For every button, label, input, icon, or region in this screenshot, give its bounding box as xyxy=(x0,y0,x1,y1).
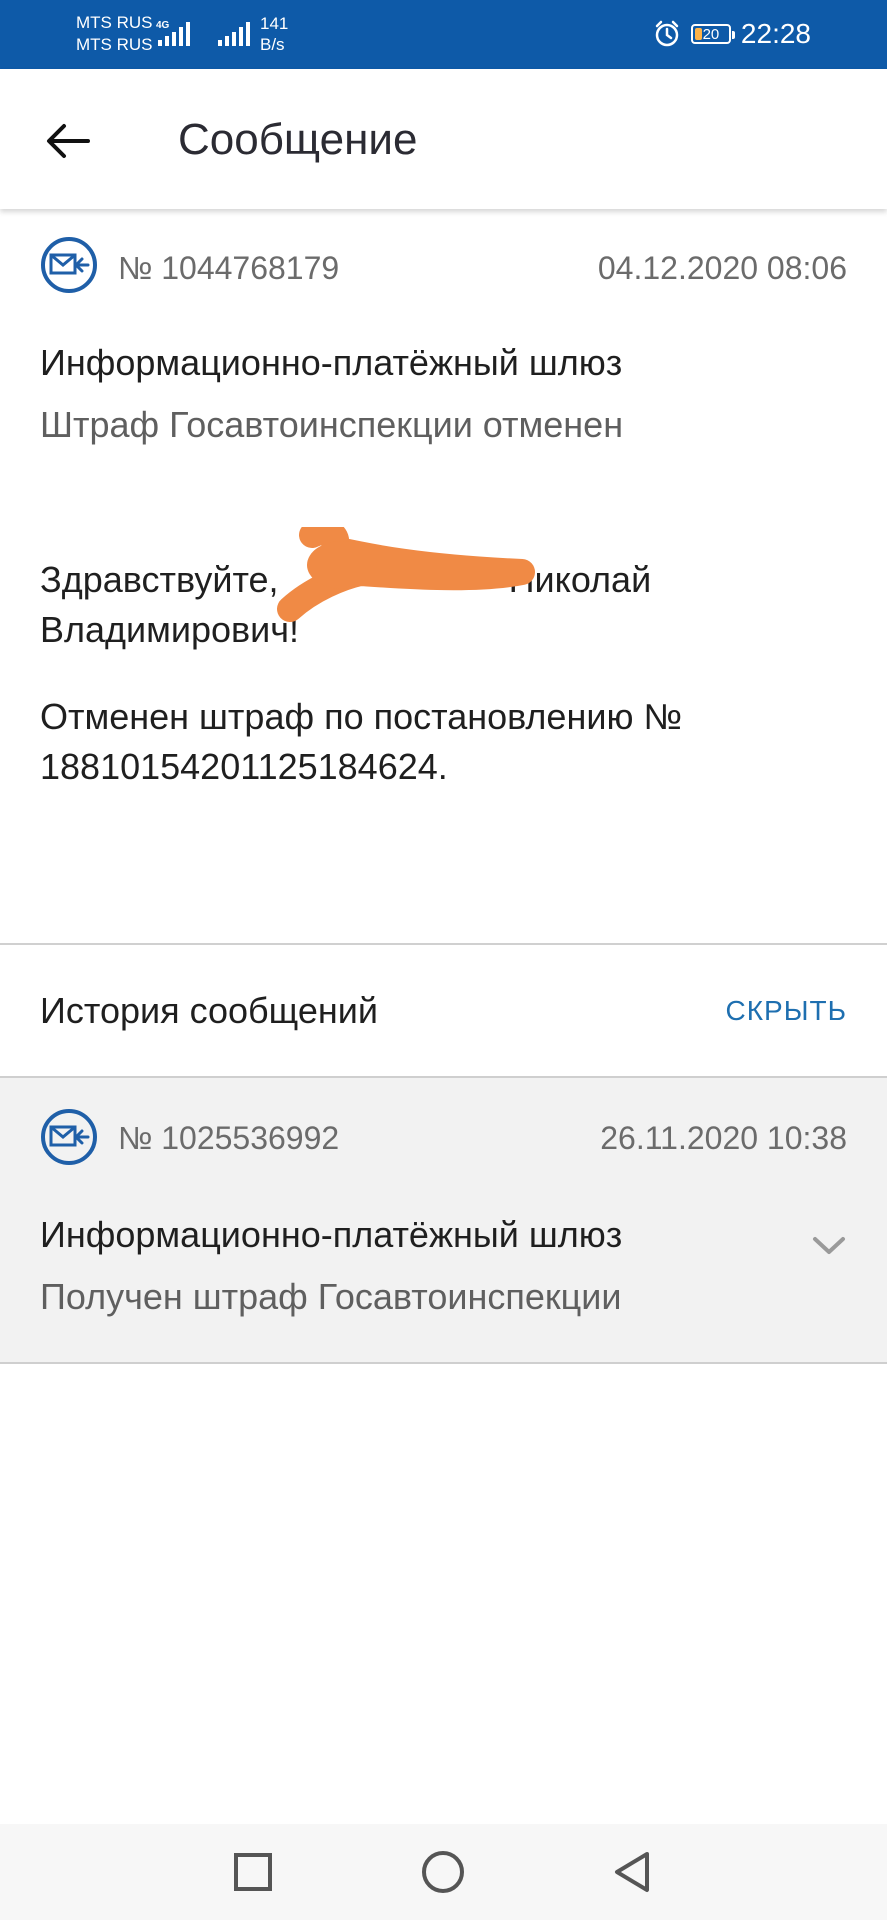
history-item-sender: Информационно-платёжный шлюз xyxy=(40,1214,623,1255)
system-nav-bar xyxy=(0,1824,887,1920)
message-date: 04.12.2020 08:06 xyxy=(597,250,847,286)
square-icon xyxy=(234,1853,272,1891)
clock: 22:28 xyxy=(740,18,811,49)
history-title: История сообщений xyxy=(40,990,379,1031)
carrier-1: MTS RUS xyxy=(76,13,153,32)
carrier-2: MTS RUS xyxy=(76,35,153,54)
status-bar: MTS RUS MTS RUS 4G 141 B/s 20 22:28 xyxy=(0,0,887,69)
greeting-start: Здравствуйте, xyxy=(40,559,289,600)
chevron-down-icon[interactable] xyxy=(811,1233,847,1257)
history-item-subject: Получен штраф Госавтоинспекции xyxy=(40,1276,622,1317)
signal-2-icon xyxy=(218,22,250,46)
status-right: 20 22:28 xyxy=(653,14,811,54)
speed-value: 141 xyxy=(260,14,289,33)
back-button[interactable] xyxy=(32,109,104,173)
carrier-labels: MTS RUS MTS RUS xyxy=(76,12,153,56)
circle-icon xyxy=(422,1851,464,1893)
redaction-scribble xyxy=(277,527,535,622)
greeting-patronymic: Владимирович! xyxy=(40,609,300,650)
battery-level: 20 xyxy=(702,25,720,43)
message-number: № 1044768179 xyxy=(118,250,340,286)
arrow-left-icon xyxy=(47,124,90,158)
incoming-mail-icon xyxy=(41,1109,97,1165)
hide-history-button[interactable]: СКРЫТЬ xyxy=(726,995,847,1027)
page-title: Сообщение xyxy=(178,115,418,164)
network-speed: 141 B/s xyxy=(260,13,288,55)
alarm-icon xyxy=(655,20,679,47)
recent-apps-button[interactable] xyxy=(229,1848,277,1896)
history-list-item[interactable]: № 1025536992 26.11.2020 10:38 Информацио… xyxy=(0,1078,887,1364)
history-item-number: № 1025536992 xyxy=(118,1120,340,1156)
message-body: Отменен штраф по постановлению № 1881015… xyxy=(40,696,683,787)
incoming-mail-icon xyxy=(41,237,97,293)
message-card: № 1044768179 04.12.2020 08:06 Информацио… xyxy=(0,212,887,945)
history-item-date: 26.11.2020 10:38 xyxy=(600,1120,847,1156)
speed-unit: B/s xyxy=(260,35,285,54)
signal-1-icon xyxy=(158,22,190,46)
app-bar: Сообщение xyxy=(0,69,887,209)
nav-back-button[interactable] xyxy=(608,1848,656,1896)
battery-icon: 20 xyxy=(690,24,735,44)
history-header: История сообщений СКРЫТЬ xyxy=(0,945,887,1078)
home-button[interactable] xyxy=(419,1848,467,1896)
message-sender: Информационно-платёжный шлюз xyxy=(40,342,623,383)
triangle-back-icon xyxy=(615,1852,649,1892)
message-subject: Штраф Госавтоинспекции отменен xyxy=(40,404,624,445)
